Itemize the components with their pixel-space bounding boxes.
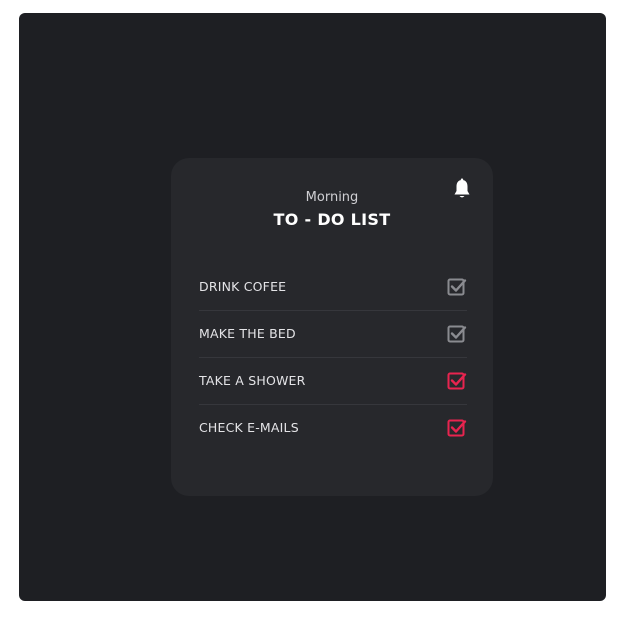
list-subtitle: Morning [305,190,359,205]
checked-box-icon[interactable] [447,371,467,391]
task-label: CHECK E-MAILS [199,420,299,435]
task-item-take-shower[interactable]: TAKE A SHOWER [199,358,467,405]
task-item-make-bed[interactable]: MAKE THE BED [199,311,467,358]
task-list: DRINK COFEE MAKE THE BED TAKE A SHOWER C… [199,264,467,451]
task-label: MAKE THE BED [199,326,296,341]
list-title: TO - DO LIST [273,210,391,229]
checked-box-icon[interactable] [447,277,467,297]
checked-box-icon[interactable] [447,418,467,438]
task-item-check-emails[interactable]: CHECK E-MAILS [199,405,467,451]
todo-card: Morning TO - DO LIST DRINK COFEE MAKE TH… [171,158,493,496]
checked-box-icon[interactable] [447,324,467,344]
app-frame: Morning TO - DO LIST DRINK COFEE MAKE TH… [19,13,606,601]
task-label: DRINK COFEE [199,279,287,294]
task-item-drink-coffee[interactable]: DRINK COFEE [199,264,467,311]
task-label: TAKE A SHOWER [199,373,306,388]
